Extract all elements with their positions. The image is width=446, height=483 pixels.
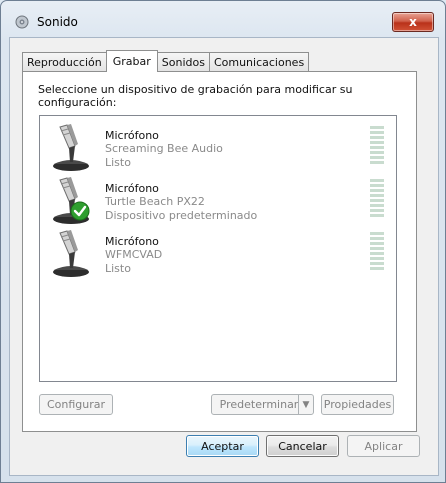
level-meter — [370, 179, 384, 219]
level-meter — [370, 126, 384, 166]
device-item[interactable]: Micrófono Turtle Beach PX22 Dispositivo … — [40, 173, 396, 225]
accept-button[interactable]: Aceptar — [186, 435, 259, 457]
device-name: Micrófono — [105, 129, 159, 142]
sound-dialog-window: Sonido x Reproducción Grabar Sonidos Com… — [0, 0, 446, 483]
chevron-down-icon: ▼ — [302, 399, 310, 410]
device-list[interactable]: Micrófono Screaming Bee Audio Listo Micr… — [39, 115, 397, 382]
set-default-dropdown[interactable]: ▼ — [298, 394, 314, 415]
device-detail: Turtle Beach PX22 — [105, 195, 205, 208]
apply-button[interactable]: Aplicar — [347, 435, 420, 457]
device-status: Listo — [105, 156, 131, 169]
tab-sonidos[interactable]: Sonidos — [156, 52, 210, 72]
instruction-text: Seleccione un dispositivo de grabación p… — [38, 83, 353, 109]
recording-tab-panel: Seleccione un dispositivo de grabación p… — [22, 71, 417, 432]
close-button[interactable]: x — [392, 12, 434, 32]
title-bar[interactable]: Sonido x — [1, 1, 445, 37]
configure-button[interactable]: Configurar — [39, 394, 113, 415]
microphone-icon — [53, 124, 89, 171]
device-name: Micrófono — [105, 235, 159, 248]
cancel-button[interactable]: Cancelar — [266, 435, 339, 457]
set-default-button[interactable]: Predeterminar — [211, 394, 307, 415]
window-title: Sonido — [37, 15, 78, 29]
device-status: Dispositivo predeterminado — [105, 209, 258, 222]
tab-strip: Reproducción Grabar Sonidos Comunicacion… — [22, 50, 310, 72]
tab-comunicaciones[interactable]: Comunicaciones — [208, 52, 310, 72]
close-icon: x — [409, 15, 417, 29]
microphone-icon — [53, 230, 89, 277]
device-detail: Screaming Bee Audio — [105, 142, 223, 155]
tab-reproduccion[interactable]: Reproducción — [22, 52, 107, 72]
speaker-icon — [15, 15, 29, 29]
properties-button[interactable]: Propiedades — [321, 394, 394, 415]
device-status: Listo — [105, 262, 131, 275]
device-detail: WFMCVAD — [105, 248, 163, 261]
tab-grabar[interactable]: Grabar — [105, 50, 158, 72]
device-item[interactable]: Micrófono WFMCVAD Listo — [40, 226, 396, 278]
device-item[interactable]: Micrófono Screaming Bee Audio Listo — [40, 120, 396, 172]
green-check-icon — [70, 201, 90, 221]
device-name: Micrófono — [105, 182, 159, 195]
dialog-client-area: Reproducción Grabar Sonidos Comunicacion… — [9, 37, 439, 476]
level-meter — [370, 232, 384, 272]
